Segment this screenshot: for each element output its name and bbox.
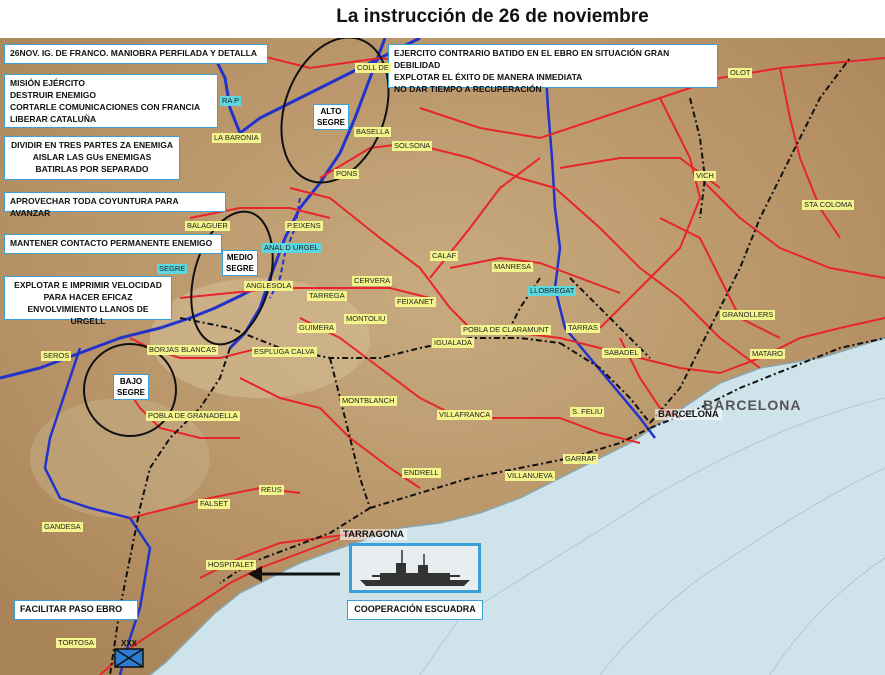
place-label: ANGLESOLA [244,281,294,291]
fleet-cooperation-text: COOPERACIÓN ESCUADRA [354,604,476,614]
divide-line: DIVIDIR EN TRES PARTES ZA ENEMIGA [11,140,173,150]
advance-box: APROVECHAR TODA COYUNTURA PARA AVANZAR [4,192,226,218]
place-label: POBLA DE GRANADELLA [146,411,240,421]
place-label: TARRAS [566,323,600,333]
contact-text: MANTENER CONTACTO PERMANENTE ENEMIGO [10,238,213,248]
place-label: IGUALADA [432,338,474,348]
place-label: POBLA DE CLARAMUNT [461,325,551,335]
place-label: VILLANUEVA [505,471,555,481]
place-label: PONS [334,169,360,179]
divide-line: AISLAR LAS GUs ENEMIGAS [32,152,152,162]
army-unit-symbol-icon: XXX [112,638,146,670]
place-label: BASELLA [354,127,392,137]
zone-bajo-segre: BAJO SEGRE [113,374,150,400]
place-label: SABADEL [602,348,641,358]
place-label: CALAF [430,251,459,261]
zone-line: SEGRE [117,388,146,397]
ebro-crossing-box: FACILITAR PASO EBRO [14,600,138,620]
place-label: CERVERA [352,276,393,286]
exploit-line: ENVOLVIMIENTO LLANOS DE URGELL [27,304,149,326]
exploit-line: EXPLOTAR E IMPRIMIR VELOCIDAD [14,280,162,290]
place-label: VILLAFRANCA [437,410,493,420]
place-label: LLOBREGAT [528,286,577,296]
place-label: ENDRELL [402,468,441,478]
exploit-box: EXPLOTAR E IMPRIMIR VELOCIDAD PARA HACER… [4,276,172,326]
place-label: TARREGA [307,291,347,301]
mission-line: CORTARLE COMUNICACIONES CON FRANCIA [10,102,201,112]
ebro-crossing-text: FACILITAR PASO EBRO [20,604,123,614]
place-label: BALAGUER [185,221,230,231]
slide: { "title": "La instrucción de 26 de novi… [0,0,885,675]
zone-line: SEGRE [317,118,346,127]
exploit-line: PARA HACER EFICAZ [43,292,133,302]
zone-medio-segre: MEDIO SEGRE [222,250,259,276]
place-label: FALSET [198,499,230,509]
zone-line: MEDIO [226,253,254,262]
fleet-cooperation-box: COOPERACIÓN ESCUADRA [347,600,483,620]
zone-line: BAJO [119,377,143,386]
place-label: GANDESA [42,522,83,532]
page-title: La instrucción de 26 de noviembre [336,6,649,27]
place-label: S. FELIU [570,407,605,417]
fleet-panel [349,543,481,593]
mission-line: LIBERAR CATALUÑA [10,114,97,124]
mission-line: DESTRUIR ENEMIGO [10,90,96,100]
enemy-line: EJERCITO CONTRARIO BATIDO EN EL EBRO EN … [394,48,670,70]
mission-box: MISIÓN EJÉRCITO DESTRUIR ENEMIGO CORTARL… [4,74,218,128]
place-label: SEROS [41,351,72,361]
divide-line: BATIRLAS POR SEPARADO [35,164,149,174]
place-label: SEGRE [157,264,188,274]
place-label: LA BARONIA [212,133,261,143]
place-label: SOLSONA [392,141,433,151]
map-print-barcelona: BARCELONA [703,397,802,413]
place-label: ANAL D URGEL [262,243,321,253]
place-label: MONTOLIU [344,314,388,324]
header-text: 26NOV. IG. DE FRANCO. MANIOBRA PERFILADA… [10,48,257,58]
place-label: REUS [259,485,284,495]
zone-line: ALTO [320,107,342,116]
divide-box: DIVIDIR EN TRES PARTES ZA ENEMIGA AISLAR… [4,136,180,180]
enemy-army-box: EJERCITO CONTRARIO BATIDO EN EL EBRO EN … [388,44,718,94]
place-label: STA COLOMA [802,200,855,210]
enemy-line: EXPLOTAR EL ÉXITO DE MANERA INMEDIATA [394,72,583,82]
place-label: GUIMERA [297,323,337,333]
place-label: BORJAS BLANCAS [147,345,219,355]
place-label: OLOT [728,68,753,78]
place-label: GRANOLLERS [720,310,776,320]
place-label: MONTBLANCH [340,396,397,406]
mission-line: MISIÓN EJÉRCITO [10,78,85,88]
place-label: GARRAF [563,454,599,464]
battleship-icon [352,546,478,590]
zone-alto-segre: ALTO SEGRE [313,104,350,130]
place-label: MANRESA [492,262,534,272]
place-label: TORTOSA [56,638,96,648]
zone-line: SEGRE [226,264,255,273]
place-label: HOSPITALET [206,560,257,570]
svg-text:XXX: XXX [121,639,138,648]
header-box: 26NOV. IG. DE FRANCO. MANIOBRA PERFILADA… [4,44,268,64]
place-label: P.EIXENS [285,221,323,231]
place-label: COLL DE [355,63,391,73]
city-tarragona: TARRAGONA [340,529,408,540]
enemy-line: NO DAR TIEMPO A RECUPERACIÓN [394,84,542,94]
place-label: FEIXANET [395,297,436,307]
place-label: ESPLUGA CALVA [252,347,317,357]
place-label: RA P [220,96,242,106]
contact-box: MANTENER CONTACTO PERMANENTE ENEMIGO [4,234,222,254]
place-label: MATARO [750,349,785,359]
place-label: VICH [694,171,716,181]
